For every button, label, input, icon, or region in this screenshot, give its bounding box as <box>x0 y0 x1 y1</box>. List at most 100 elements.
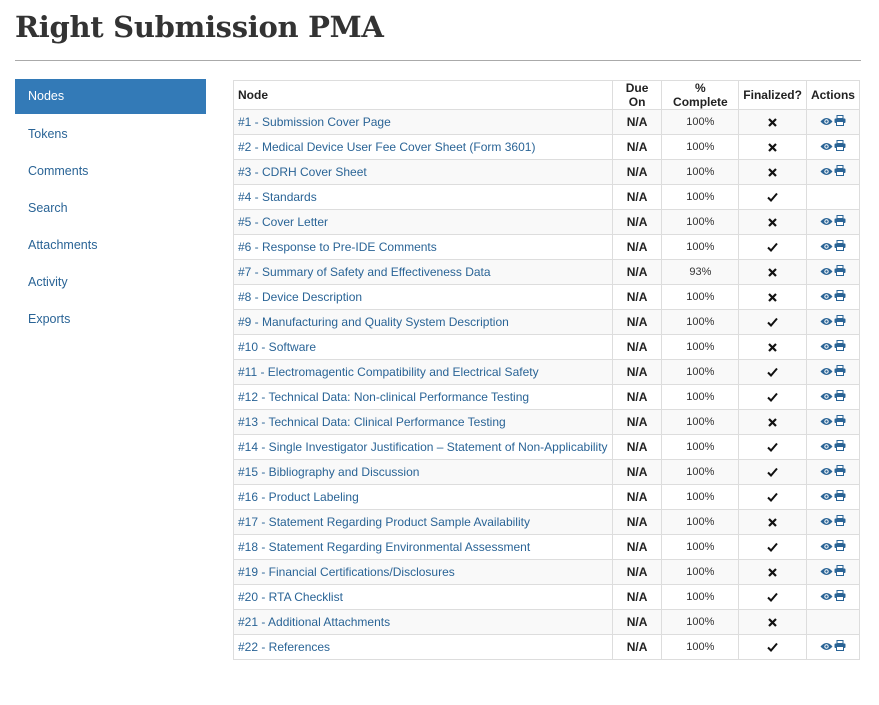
node-link[interactable]: #16 - Product Labeling <box>238 490 359 504</box>
cross-icon <box>768 515 777 530</box>
due-on-cell: N/A <box>611 259 663 285</box>
print-icon[interactable] <box>834 415 846 429</box>
finalized-cell <box>738 509 807 535</box>
finalized-cell <box>738 209 807 235</box>
print-icon[interactable] <box>834 340 846 354</box>
node-link[interactable]: #3 - CDRH Cover Sheet <box>238 165 367 179</box>
eye-icon[interactable] <box>820 115 833 129</box>
node-link[interactable]: #12 - Technical Data: Non-clinical Perfo… <box>238 390 529 404</box>
eye-icon[interactable] <box>820 415 833 429</box>
print-icon[interactable] <box>834 365 846 379</box>
eye-icon[interactable] <box>820 390 833 404</box>
print-icon[interactable] <box>834 115 846 129</box>
node-link[interactable]: #9 - Manufacturing and Quality System De… <box>238 315 509 329</box>
table-row: #17 - Statement Regarding Product Sample… <box>233 509 861 535</box>
eye-icon[interactable] <box>820 315 833 329</box>
node-link[interactable]: #8 - Device Description <box>238 290 362 304</box>
table-row: #20 - RTA Checklist N/A 100% <box>233 584 861 610</box>
sidebar-item-comments[interactable]: Comments <box>15 153 206 190</box>
print-icon[interactable] <box>834 140 846 154</box>
eye-icon[interactable] <box>820 565 833 579</box>
actions-cell <box>805 434 861 460</box>
node-link[interactable]: #20 - RTA Checklist <box>238 590 343 604</box>
sidebar-item-exports[interactable]: Exports <box>15 301 206 338</box>
sidebar-item-tokens[interactable]: Tokens <box>15 116 206 153</box>
print-icon[interactable] <box>834 390 846 404</box>
node-link[interactable]: #17 - Statement Regarding Product Sample… <box>238 515 530 529</box>
due-on-cell: N/A <box>611 409 663 435</box>
cross-icon <box>768 615 777 630</box>
sidebar-item-attachments[interactable]: Attachments <box>15 227 206 264</box>
node-link[interactable]: #14 - Single Investigator Justification … <box>238 440 608 454</box>
node-link[interactable]: #7 - Summary of Safety and Effectiveness… <box>238 265 491 279</box>
eye-icon[interactable] <box>820 515 833 529</box>
sidebar-item-activity[interactable]: Activity <box>15 264 206 301</box>
print-icon[interactable] <box>834 265 846 279</box>
node-link[interactable]: #6 - Response to Pre-IDE Comments <box>238 240 437 254</box>
eye-icon[interactable] <box>820 140 833 154</box>
due-on-cell: N/A <box>611 459 663 485</box>
node-link[interactable]: #11 - Electromagentic Compatibility and … <box>238 365 539 379</box>
print-icon[interactable] <box>834 315 846 329</box>
sidebar-item-nodes[interactable]: Nodes <box>15 79 206 114</box>
print-icon[interactable] <box>834 590 846 604</box>
percent-complete-cell: 100% <box>661 234 740 260</box>
cross-icon <box>768 165 777 180</box>
print-icon[interactable] <box>834 215 846 229</box>
finalized-cell <box>738 459 807 485</box>
eye-icon[interactable] <box>820 465 833 479</box>
eye-icon[interactable] <box>820 240 833 254</box>
node-link[interactable]: #18 - Statement Regarding Environmental … <box>238 540 530 554</box>
print-icon[interactable] <box>834 440 846 454</box>
column-header-node[interactable]: Node <box>233 80 613 110</box>
finalized-cell <box>738 409 807 435</box>
eye-icon[interactable] <box>820 215 833 229</box>
sidebar-item-search[interactable]: Search <box>15 190 206 227</box>
node-link[interactable]: #5 - Cover Letter <box>238 215 328 229</box>
due-on-cell: N/A <box>611 234 663 260</box>
node-link[interactable]: #22 - References <box>238 640 330 654</box>
check-icon <box>767 440 778 455</box>
eye-icon[interactable] <box>820 165 833 179</box>
print-icon[interactable] <box>834 465 846 479</box>
actions-cell <box>805 634 861 660</box>
column-header-due-on[interactable]: Due On <box>611 80 663 110</box>
due-on-cell: N/A <box>611 534 663 560</box>
eye-icon[interactable] <box>820 340 833 354</box>
eye-icon[interactable] <box>820 440 833 454</box>
node-link[interactable]: #15 - Bibliography and Discussion <box>238 465 419 479</box>
print-icon[interactable] <box>834 565 846 579</box>
eye-icon[interactable] <box>820 365 833 379</box>
eye-icon[interactable] <box>820 490 833 504</box>
node-link[interactable]: #2 - Medical Device User Fee Cover Sheet… <box>238 140 535 154</box>
node-link[interactable]: #13 - Technical Data: Clinical Performan… <box>238 415 506 429</box>
print-icon[interactable] <box>834 640 846 654</box>
column-header-actions: Actions <box>805 80 861 110</box>
finalized-cell <box>738 584 807 610</box>
finalized-cell <box>738 609 807 635</box>
print-icon[interactable] <box>834 290 846 304</box>
print-icon[interactable] <box>834 540 846 554</box>
node-link[interactable]: #21 - Additional Attachments <box>238 615 390 629</box>
eye-icon[interactable] <box>820 640 833 654</box>
print-icon[interactable] <box>834 490 846 504</box>
actions-cell <box>805 609 861 635</box>
print-icon[interactable] <box>834 165 846 179</box>
sidebar-nav: Nodes Tokens Comments Search Attachments Acti… <box>15 79 206 338</box>
print-icon[interactable] <box>834 515 846 529</box>
node-link[interactable]: #19 - Financial Certifications/Disclosur… <box>238 565 455 579</box>
column-header-percent-complete[interactable]: % Complete <box>661 80 740 110</box>
node-link[interactable]: #1 - Submission Cover Page <box>238 115 391 129</box>
node-link[interactable]: #4 - Standards <box>238 190 317 204</box>
node-link[interactable]: #10 - Software <box>238 340 316 354</box>
eye-icon[interactable] <box>820 265 833 279</box>
column-header-finalized[interactable]: Finalized? <box>738 80 807 110</box>
percent-complete-cell: 100% <box>661 309 740 335</box>
eye-icon[interactable] <box>820 590 833 604</box>
eye-icon[interactable] <box>820 290 833 304</box>
eye-icon[interactable] <box>820 540 833 554</box>
finalized-cell <box>738 259 807 285</box>
percent-complete-cell: 100% <box>661 609 740 635</box>
finalized-cell <box>738 634 807 660</box>
print-icon[interactable] <box>834 240 846 254</box>
